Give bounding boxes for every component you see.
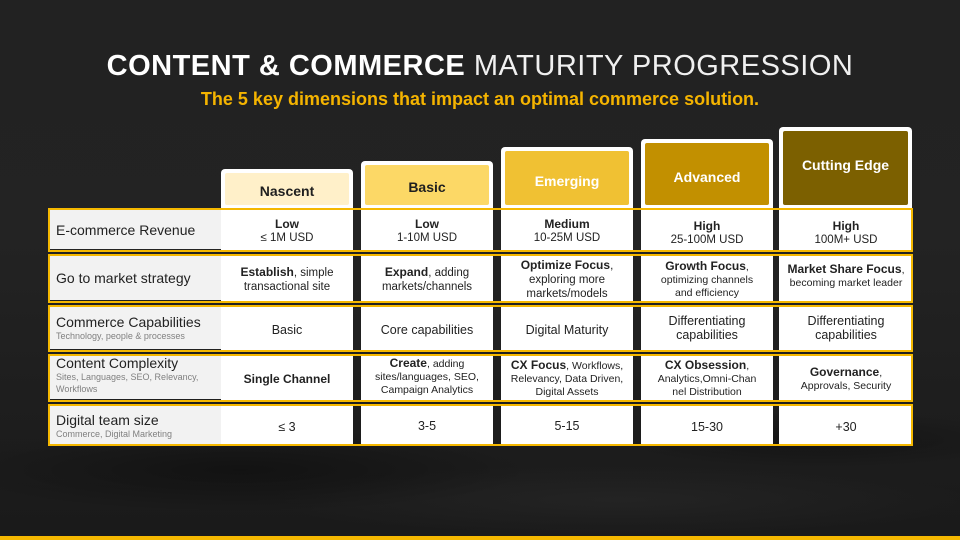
- dimension-row-content-complexity: Content Complexity Sites, Languages, SEO…: [48, 354, 913, 402]
- table-cell: Optimize Focus, exploring more markets/m…: [501, 254, 633, 303]
- table-cell: Low 1-10M USD: [361, 208, 493, 252]
- cell-bold: Establish: [240, 265, 294, 279]
- row-label-title: Digital team size: [56, 412, 159, 428]
- row-label: Commerce Capabilities Technology, people…: [48, 305, 221, 349]
- cell-bold: Optimize Focus: [520, 258, 611, 272]
- title-light-part: MATURITY PROGRESSION: [473, 50, 854, 82]
- page-title: CONTENT & COMMERCE MATURITY PROGRESSION: [0, 50, 960, 83]
- cell-bold: CX Obsession: [664, 358, 747, 372]
- row-label: E-commerce Revenue: [48, 208, 221, 249]
- row-label-title: Content Complexity: [56, 355, 179, 371]
- table-cell: High 100M+ USD: [779, 208, 913, 252]
- cell-bold: Single Channel: [243, 371, 331, 386]
- stage-header-cutting-edge: Cutting Edge: [779, 127, 912, 210]
- stage-header-nascent: Nascent: [221, 169, 353, 210]
- row-label-subtitle: Technology, people & processes: [56, 331, 185, 341]
- table-cell: 15-30: [641, 404, 773, 446]
- table-cell: Digital Maturity: [501, 305, 633, 352]
- table-cell: Single Channel: [221, 354, 353, 402]
- table-cell: Medium 10-25M USD: [501, 208, 633, 252]
- table-cell: 5-15: [501, 404, 633, 446]
- stage-label: Emerging: [505, 151, 629, 205]
- cell-bold: Market Share Focus: [787, 262, 902, 276]
- row-label-title: Go to market strategy: [56, 270, 191, 286]
- row-label-title: Commerce Capabilities: [56, 314, 201, 330]
- table-cell: Expand, adding markets/channels: [361, 254, 493, 303]
- cell-text: 25-100M USD: [670, 234, 744, 246]
- dimension-row-digital-team-size: Digital team size Commerce, Digital Mark…: [48, 404, 913, 446]
- row-label-subtitle: Commerce, Digital Marketing: [56, 429, 173, 439]
- table-cell: High 25-100M USD: [641, 208, 773, 252]
- table-cell: Growth Focus, optimizing channels and ef…: [641, 254, 773, 303]
- stage-header-emerging: Emerging: [501, 147, 633, 210]
- cell-bold: Growth Focus: [665, 258, 746, 273]
- dimension-row-commerce-capabilities: Commerce Capabilities Technology, people…: [48, 305, 913, 352]
- row-label: Content Complexity Sites, Languages, SEO…: [48, 354, 221, 399]
- page-subtitle: The 5 key dimensions that impact an opti…: [200, 89, 760, 109]
- cell-bold: Governance: [809, 364, 880, 379]
- cell-bold: High: [693, 219, 721, 233]
- table-cell: CX Obsession, Analytics,Omni-Chan nel Di…: [641, 354, 773, 402]
- table-cell: Basic: [221, 305, 353, 352]
- row-label-subtitle: Sites, Languages, SEO, Relevancy, Workfl…: [56, 372, 199, 394]
- table-cell: Differentiating capabilities: [641, 305, 773, 352]
- table-cell: 3-5: [361, 404, 493, 446]
- row-label: Digital team size Commerce, Digital Mark…: [48, 404, 221, 446]
- table-cell: Governance, Approvals, Security: [779, 354, 913, 402]
- table-cell: Core capabilities: [361, 305, 493, 352]
- stage-label: Advanced: [645, 143, 769, 205]
- cell-bold: Medium: [544, 217, 590, 231]
- cell-bold: Create: [389, 356, 427, 370]
- stage-header-advanced: Advanced: [641, 139, 773, 210]
- cell-text: ≤ 1M USD: [260, 232, 314, 244]
- table-cell: Establish, simple transactional site: [221, 254, 353, 303]
- title-bold-part: CONTENT & COMMERCE: [106, 50, 466, 82]
- cell-text: 1-10M USD: [396, 232, 458, 244]
- stage-label: Basic: [365, 165, 489, 205]
- table-cell: CX Focus, Workflows, Relevancy, Data Dri…: [501, 354, 633, 402]
- table-cell: Market Share Focus, becoming market lead…: [779, 254, 913, 303]
- table-cell: Low ≤ 1M USD: [221, 208, 353, 252]
- cell-bold: Expand: [384, 265, 429, 279]
- dimension-row-go-to-market: Go to market strategy Establish, simple …: [48, 254, 913, 303]
- cell-text: 100M+ USD: [814, 234, 878, 246]
- table-cell: ≤ 3: [221, 404, 353, 446]
- cell-bold: High: [832, 219, 860, 233]
- dimension-row-ecommerce-revenue: E-commerce Revenue Low ≤ 1M USD Low 1-10M …: [48, 208, 913, 252]
- row-label: Go to market strategy: [48, 254, 221, 300]
- cell-bold: CX Focus: [510, 358, 567, 372]
- row-label-title: E-commerce Revenue: [56, 221, 196, 238]
- bottom-accent-bar: [0, 536, 960, 540]
- table-cell: Create, adding sites/languages, SEO, Cam…: [361, 354, 493, 402]
- stage-label: Nascent: [225, 173, 349, 205]
- cell-bold: Low: [414, 217, 439, 231]
- table-cell: +30: [779, 404, 913, 446]
- stage-label: Cutting Edge: [783, 131, 908, 205]
- cell-bold: Low: [275, 217, 299, 231]
- stage-header-basic: Basic: [361, 161, 493, 210]
- cell-text: 10-25M USD: [533, 232, 601, 244]
- table-cell: Differentiating capabilities: [779, 305, 913, 352]
